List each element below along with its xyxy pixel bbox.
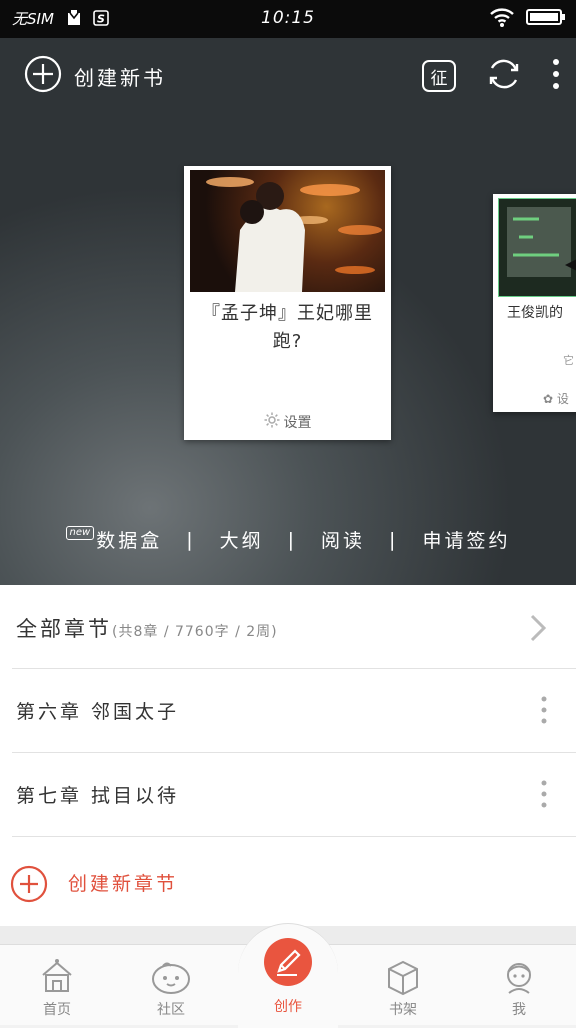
- book-settings-label: 设: [556, 392, 569, 406]
- create-chapter-button[interactable]: 创建新章节: [0, 837, 576, 927]
- separator: |: [287, 528, 298, 551]
- chapter-title: 第六章 邻国太子: [16, 701, 180, 723]
- chapter-title: 第七章 拭目以待: [16, 785, 180, 807]
- chapter-list: 全部章节(共8章 / 7760字 / 2周) 第六章 邻国太子 第七章 拭目以待…: [0, 585, 576, 927]
- book-carousel-area: 创建新书 征 『孟子坤』王妃哪里跑? 设置 王俊凯的 它 ✿ 设 new 数据盒…: [0, 38, 576, 585]
- profile-icon: [462, 957, 576, 997]
- all-chapters-label: 全部章节: [16, 617, 112, 641]
- tab-community[interactable]: 社区: [114, 957, 228, 1019]
- bottom-tab-bar: 首页 社区 创作 书架 我: [0, 923, 576, 1028]
- status-right: [489, 6, 566, 32]
- book-settings-button[interactable]: ✿ 设: [543, 390, 569, 407]
- wifi-icon: [489, 6, 515, 32]
- chevron-right-icon: [528, 613, 548, 647]
- tab-label: 首页: [43, 1002, 71, 1018]
- tab-label: 社区: [157, 1002, 185, 1018]
- tab-home[interactable]: 首页: [0, 957, 114, 1019]
- pen-icon: [264, 938, 312, 986]
- read-button[interactable]: 阅读: [321, 526, 365, 553]
- book-extra-text: 它: [563, 354, 574, 367]
- create-chapter-label: 创建新章节: [68, 873, 179, 895]
- battery-icon: [526, 7, 566, 31]
- contest-button[interactable]: 征: [422, 60, 456, 92]
- book-cover-image: [498, 198, 576, 297]
- home-icon: [0, 957, 114, 997]
- databox-label: 数据盒: [96, 530, 163, 552]
- chapter-row[interactable]: 第六章 邻国太子: [12, 669, 576, 753]
- tab-create[interactable]: 创作: [238, 923, 338, 1028]
- separator: |: [186, 528, 196, 551]
- tab-label: 我: [512, 1002, 526, 1018]
- databox-button[interactable]: new 数据盒: [65, 526, 163, 553]
- chapter-more-icon[interactable]: [540, 779, 548, 813]
- create-new-book-label: 创建新书: [74, 65, 166, 90]
- bookshelf-icon: [346, 957, 460, 997]
- book-settings-button[interactable]: 设置: [184, 412, 391, 432]
- outline-button[interactable]: 大纲: [220, 526, 264, 553]
- top-bar: 创建新书 征: [0, 38, 576, 114]
- chapter-more-icon[interactable]: [540, 695, 548, 729]
- new-badge: new: [65, 526, 95, 540]
- book-actions: new 数据盒 | 大纲 | 阅读 | 申请签约: [0, 526, 576, 553]
- add-circle-icon: [24, 55, 62, 97]
- book-settings-label: 设置: [283, 415, 312, 431]
- sync-icon[interactable]: [486, 56, 522, 96]
- book-title: 『孟子坤』王妃哪里跑?: [202, 303, 373, 352]
- tab-label: 书架: [389, 1002, 417, 1018]
- community-icon: [114, 957, 228, 997]
- more-vert-icon[interactable]: [552, 57, 560, 95]
- separator: |: [389, 528, 399, 551]
- book-cover-image: [190, 170, 385, 292]
- all-chapters-row[interactable]: 全部章节(共8章 / 7760字 / 2周): [12, 585, 576, 669]
- top-actions: 征: [392, 56, 560, 96]
- apply-contract-button[interactable]: 申请签约: [422, 526, 510, 553]
- tab-bookshelf[interactable]: 书架: [346, 957, 460, 1019]
- chapter-row[interactable]: 第七章 拭目以待: [12, 753, 576, 837]
- chapter-stats: (共8章 / 7760字 / 2周): [112, 624, 278, 640]
- settings-icon: ✿: [543, 392, 554, 406]
- book-title: 王俊凯的: [507, 305, 563, 321]
- status-bar: 无SIM S 10:15: [0, 0, 576, 38]
- add-circle-icon: [10, 865, 48, 907]
- tab-profile[interactable]: 我: [462, 957, 576, 1019]
- book-card[interactable]: 『孟子坤』王妃哪里跑? 设置: [184, 166, 391, 440]
- create-new-book-button[interactable]: 创建新书: [24, 55, 166, 97]
- book-card[interactable]: 王俊凯的 它 ✿ 设: [493, 194, 576, 412]
- settings-icon: [264, 412, 280, 432]
- all-chapters-text: 全部章节(共8章 / 7760字 / 2周): [16, 613, 278, 643]
- tab-label: 创作: [274, 999, 302, 1015]
